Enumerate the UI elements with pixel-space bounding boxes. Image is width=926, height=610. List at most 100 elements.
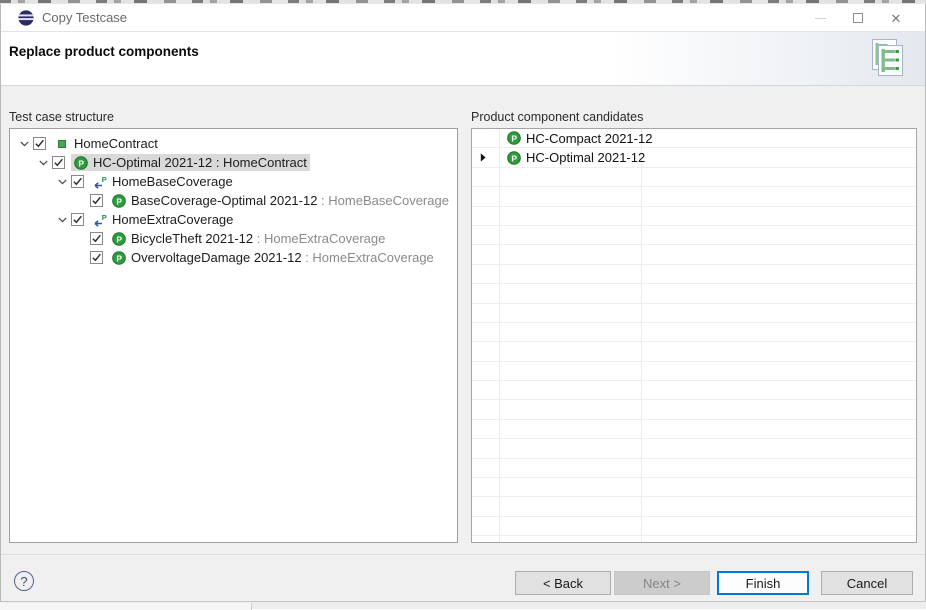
expander-cell [472,342,500,360]
checkbox[interactable] [71,175,84,188]
candidate-cell[interactable]: P HC-Optimal 2021-12 [500,148,642,166]
spacer-cell [642,536,916,543]
empty-row [472,226,916,245]
candidate-cell [500,362,642,380]
empty-row [472,265,916,284]
expander-cell [472,245,500,263]
candidate-cell [500,265,642,283]
finish-button[interactable]: Finish [717,571,809,595]
candidate-row[interactable]: PHC-Compact 2021-12 [472,129,916,148]
candidate-row[interactable]: P HC-Optimal 2021-12 [472,148,916,167]
tree-item-body[interactable]: P OvervoltageDamage 2021-12 : HomeExtraCo… [109,249,437,266]
expander-spacer [72,248,90,267]
tree-item-body[interactable]: PHomeExtraCoverage [90,211,236,228]
chevron-down-icon[interactable] [15,134,33,153]
spacer-cell [642,304,916,322]
expander-spacer [72,229,90,248]
tree-item-label: OvervoltageDamage 2021-12 [131,250,302,265]
spacer-cell [642,245,916,263]
page-title: Replace product components [9,44,199,59]
copy-testcase-wizard-icon [861,37,907,86]
tree-item-body[interactable]: PBaseCoverage-Optimal 2021-12 : HomeBase… [109,192,452,209]
spacer-cell [642,400,916,418]
empty-row [472,497,916,516]
back-button[interactable]: < Back [515,571,611,595]
close-icon[interactable]: ✕ [877,4,915,32]
expander-cell [472,381,500,399]
spacer-cell [642,265,916,283]
spacer-cell [642,381,916,399]
empty-row [472,362,916,381]
svg-text:P: P [78,158,84,168]
product-cmpt-icon: P [111,194,127,208]
checkbox[interactable] [90,194,103,207]
spacer-cell [642,497,916,515]
cancel-button[interactable]: Cancel [821,571,913,595]
tree-item[interactable]: PBaseCoverage-Optimal 2021-12 : HomeBase… [10,191,457,210]
product-cmpt-icon: P [507,151,521,165]
expander-cell [472,187,500,205]
help-button[interactable]: ? [14,571,34,591]
empty-row [472,400,916,419]
product-cmpt-icon: P [111,251,127,265]
tree-item-type-suffix: : HomeExtraCoverage [253,231,385,246]
tree-item-type-suffix: : HomeExtraCoverage [302,250,434,265]
checkbox[interactable] [33,137,46,150]
chevron-down-icon[interactable] [53,172,71,191]
spacer-cell [642,342,916,360]
tree-item-body[interactable]: PHomeBaseCoverage [90,173,236,190]
candidate-cell [500,381,642,399]
expander-cell [472,478,500,496]
empty-row [472,420,916,439]
expander-cell [472,207,500,225]
empty-row [472,304,916,323]
expander-cell [472,284,500,302]
expander-cell [472,517,500,535]
expander-cell [472,168,500,186]
spacer-cell [642,362,916,380]
empty-row [472,245,916,264]
candidate-cell [500,420,642,438]
minimize-icon[interactable] [801,4,839,32]
spacer-cell [642,168,916,186]
wizard-banner: Replace product components [1,32,925,86]
product-cmpt-icon: P [111,232,127,246]
candidate-cell [500,207,642,225]
tree-item-selected-body[interactable]: PHC-Optimal 2021-12 : HomeContract [71,154,310,171]
candidate-cell[interactable]: PHC-Compact 2021-12 [500,129,642,147]
svg-text:P: P [511,133,517,143]
candidate-cell [500,439,642,457]
tree-item[interactable]: HomeContract [10,134,457,153]
tree-item-label: HomeBaseCoverage [112,174,233,189]
tree-item[interactable]: PHomeBaseCoverage [10,172,457,191]
eclipse-logo-icon [18,10,34,26]
candidates-panel-label: Product component candidates [471,110,643,124]
tree-item-body[interactable]: PBicycleTheft 2021-12 : HomeExtraCoverag… [109,230,388,247]
tree-item[interactable]: P OvervoltageDamage 2021-12 : HomeExtraCo… [10,248,457,267]
association-icon: P [92,213,108,227]
expander-cell [472,323,500,341]
expander-cell[interactable] [472,148,500,166]
candidate-label: HC-Optimal 2021-12 [526,150,645,165]
expander-cell [472,400,500,418]
checkbox[interactable] [71,213,84,226]
candidate-cell [500,226,642,244]
button-bar: ? < Back Next > Finish Cancel [1,554,925,601]
tree-item-body[interactable]: HomeContract [52,135,161,152]
empty-row [472,536,916,543]
chevron-down-icon[interactable] [53,210,71,229]
checkbox[interactable] [90,251,103,264]
next-button[interactable]: Next > [614,571,710,595]
checkbox[interactable] [52,156,65,169]
spacer-cell [642,478,916,496]
tree-panel-label: Test case structure [9,110,114,124]
chevron-down-icon[interactable] [34,153,52,172]
checkbox[interactable] [90,232,103,245]
screen: Copy Testcase ✕ Replace product componen… [0,0,926,609]
tree-item[interactable]: PBicycleTheft 2021-12 : HomeExtraCoverag… [10,229,457,248]
expander-cell [472,497,500,515]
maximize-icon[interactable] [839,4,877,32]
tree-item[interactable]: PHC-Optimal 2021-12 : HomeContract [10,153,457,172]
tree-item[interactable]: PHomeExtraCoverage [10,210,457,229]
triangle-right-icon[interactable] [480,149,486,167]
